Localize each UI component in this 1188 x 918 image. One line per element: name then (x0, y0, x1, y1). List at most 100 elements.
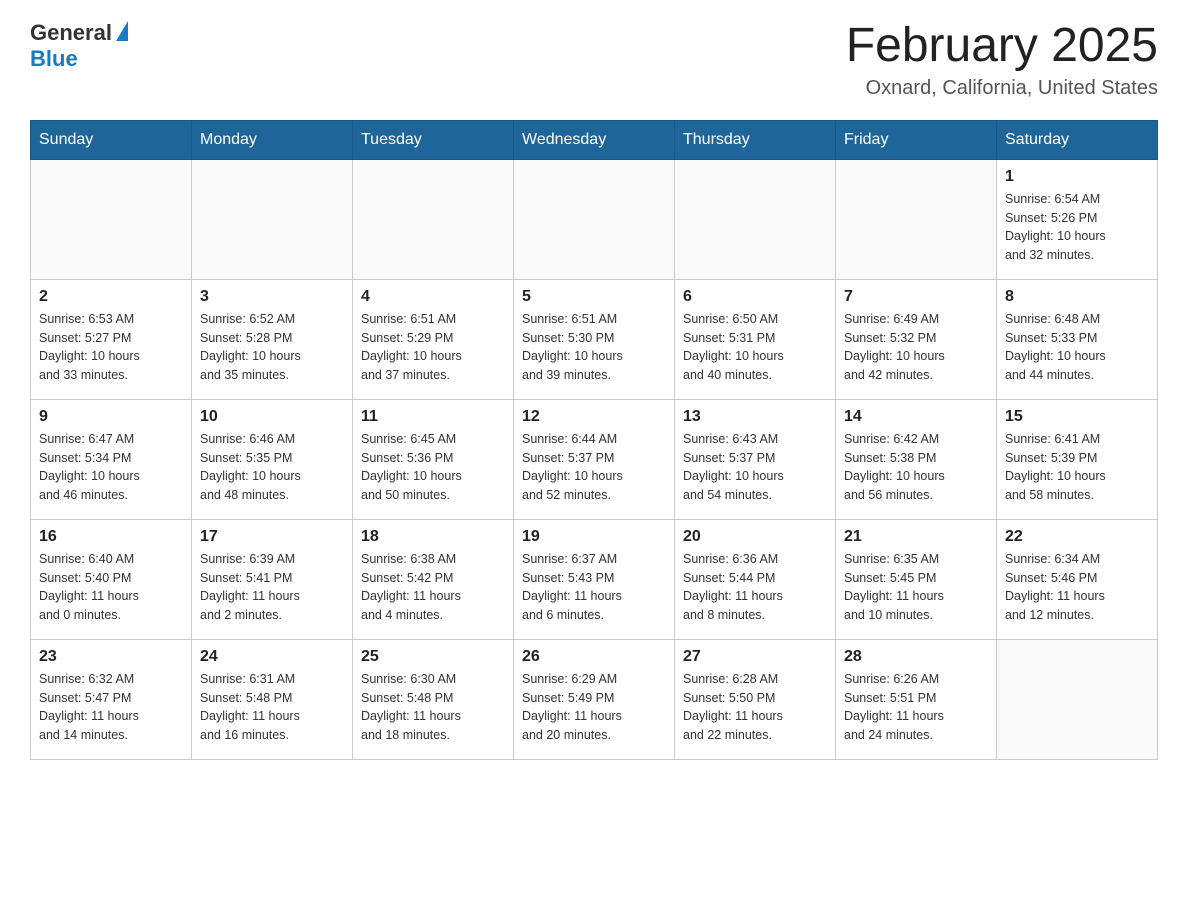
day-number: 13 (683, 408, 827, 426)
day-number: 20 (683, 528, 827, 546)
calendar-day-cell (675, 159, 836, 279)
day-info: Sunrise: 6:51 AM Sunset: 5:29 PM Dayligh… (361, 310, 505, 385)
day-number: 23 (39, 648, 183, 666)
calendar-day-cell: 4 Sunrise: 6:51 AM Sunset: 5:29 PM Daylig… (353, 279, 514, 399)
logo: General Blue (30, 20, 128, 72)
page-header: General Blue February 2025 Oxnard, Calif… (30, 20, 1158, 100)
day-number: 10 (200, 408, 344, 426)
weekday-header: Sunday (31, 120, 192, 159)
day-info: Sunrise: 6:45 AM Sunset: 5:36 PM Dayligh… (361, 430, 505, 505)
calendar-day-cell: 18Sunrise: 6:38 AM Sunset: 5:42 PM Dayli… (353, 519, 514, 639)
day-info: Sunrise: 6:48 AM Sunset: 5:33 PM Dayligh… (1005, 310, 1149, 385)
day-number: 11 (361, 408, 505, 426)
day-info: Sunrise: 6:34 AM Sunset: 5:46 PM Dayligh… (1005, 550, 1149, 625)
calendar-day-cell: 24 Sunrise: 6:31 AM Sunset: 5:48 PM Dayli… (192, 639, 353, 759)
calendar-day-cell: 6 Sunrise: 6:50 AM Sunset: 5:31 PM Daylig… (675, 279, 836, 399)
calendar-day-cell: 28 Sunrise: 6:26 AM Sunset: 5:51 PM Dayli… (836, 639, 997, 759)
day-number: 12 (522, 408, 666, 426)
day-info: Sunrise: 6:30 AM Sunset: 5:48 PM Dayligh… (361, 670, 505, 745)
day-info: Sunrise: 6:31 AM Sunset: 5:48 PM Dayligh… (200, 670, 344, 745)
calendar-week-row: 23 Sunrise: 6:32 AM Sunset: 5:47 PM Dayli… (31, 639, 1158, 759)
day-number: 25 (361, 648, 505, 666)
day-info: Sunrise: 6:50 AM Sunset: 5:31 PM Dayligh… (683, 310, 827, 385)
calendar-day-cell: 10Sunrise: 6:46 AM Sunset: 5:35 PM Dayli… (192, 399, 353, 519)
day-info: Sunrise: 6:28 AM Sunset: 5:50 PM Dayligh… (683, 670, 827, 745)
calendar-day-cell: 17Sunrise: 6:39 AM Sunset: 5:41 PM Dayli… (192, 519, 353, 639)
day-info: Sunrise: 6:54 AM Sunset: 5:26 PM Dayligh… (1005, 190, 1149, 265)
page-subtitle: Oxnard, California, United States (846, 77, 1158, 100)
calendar-week-row: 2 Sunrise: 6:53 AM Sunset: 5:27 PM Daylig… (31, 279, 1158, 399)
calendar-day-cell: 16Sunrise: 6:40 AM Sunset: 5:40 PM Dayli… (31, 519, 192, 639)
day-number: 28 (844, 648, 988, 666)
calendar-day-cell: 9 Sunrise: 6:47 AM Sunset: 5:34 PM Daylig… (31, 399, 192, 519)
day-number: 19 (522, 528, 666, 546)
calendar-day-cell: 25 Sunrise: 6:30 AM Sunset: 5:48 PM Dayli… (353, 639, 514, 759)
logo-triangle-icon (116, 21, 128, 41)
day-info: Sunrise: 6:53 AM Sunset: 5:27 PM Dayligh… (39, 310, 183, 385)
weekday-header: Thursday (675, 120, 836, 159)
calendar-day-cell (353, 159, 514, 279)
calendar-header-row: SundayMondayTuesdayWednesdayThursdayFrid… (31, 120, 1158, 159)
day-info: Sunrise: 6:32 AM Sunset: 5:47 PM Dayligh… (39, 670, 183, 745)
day-info: Sunrise: 6:44 AM Sunset: 5:37 PM Dayligh… (522, 430, 666, 505)
day-number: 7 (844, 288, 988, 306)
page-title: February 2025 (846, 20, 1158, 73)
day-info: Sunrise: 6:35 AM Sunset: 5:45 PM Dayligh… (844, 550, 988, 625)
calendar-day-cell: 15 Sunrise: 6:41 AM Sunset: 5:39 PM Dayli… (997, 399, 1158, 519)
calendar-day-cell: 20 Sunrise: 6:36 AM Sunset: 5:44 PM Dayli… (675, 519, 836, 639)
day-number: 14 (844, 408, 988, 426)
calendar-day-cell (997, 639, 1158, 759)
day-info: Sunrise: 6:37 AM Sunset: 5:43 PM Dayligh… (522, 550, 666, 625)
calendar-day-cell: 3 Sunrise: 6:52 AM Sunset: 5:28 PM Daylig… (192, 279, 353, 399)
calendar-day-cell (31, 159, 192, 279)
day-number: 24 (200, 648, 344, 666)
calendar-day-cell: 12 Sunrise: 6:44 AM Sunset: 5:37 PM Dayli… (514, 399, 675, 519)
logo-general-text: General (30, 20, 112, 46)
weekday-header: Friday (836, 120, 997, 159)
calendar-day-cell: 8Sunrise: 6:48 AM Sunset: 5:33 PM Daylig… (997, 279, 1158, 399)
day-number: 16 (39, 528, 183, 546)
day-info: Sunrise: 6:36 AM Sunset: 5:44 PM Dayligh… (683, 550, 827, 625)
calendar-day-cell: 23 Sunrise: 6:32 AM Sunset: 5:47 PM Dayli… (31, 639, 192, 759)
day-number: 15 (1005, 408, 1149, 426)
title-area: February 2025 Oxnard, California, United… (846, 20, 1158, 100)
day-info: Sunrise: 6:52 AM Sunset: 5:28 PM Dayligh… (200, 310, 344, 385)
day-number: 4 (361, 288, 505, 306)
day-info: Sunrise: 6:51 AM Sunset: 5:30 PM Dayligh… (522, 310, 666, 385)
calendar-day-cell: 21Sunrise: 6:35 AM Sunset: 5:45 PM Dayli… (836, 519, 997, 639)
calendar-day-cell: 7 Sunrise: 6:49 AM Sunset: 5:32 PM Daylig… (836, 279, 997, 399)
day-number: 5 (522, 288, 666, 306)
calendar-day-cell: 11 Sunrise: 6:45 AM Sunset: 5:36 PM Dayli… (353, 399, 514, 519)
day-number: 3 (200, 288, 344, 306)
day-number: 18 (361, 528, 505, 546)
day-info: Sunrise: 6:26 AM Sunset: 5:51 PM Dayligh… (844, 670, 988, 745)
calendar-week-row: 16Sunrise: 6:40 AM Sunset: 5:40 PM Dayli… (31, 519, 1158, 639)
calendar-day-cell: 13Sunrise: 6:43 AM Sunset: 5:37 PM Dayli… (675, 399, 836, 519)
day-number: 2 (39, 288, 183, 306)
weekday-header: Saturday (997, 120, 1158, 159)
day-number: 26 (522, 648, 666, 666)
day-number: 9 (39, 408, 183, 426)
calendar-day-cell (192, 159, 353, 279)
calendar-day-cell: 26 Sunrise: 6:29 AM Sunset: 5:49 PM Dayli… (514, 639, 675, 759)
calendar-day-cell: 5 Sunrise: 6:51 AM Sunset: 5:30 PM Daylig… (514, 279, 675, 399)
calendar-day-cell (514, 159, 675, 279)
day-info: Sunrise: 6:49 AM Sunset: 5:32 PM Dayligh… (844, 310, 988, 385)
day-info: Sunrise: 6:47 AM Sunset: 5:34 PM Dayligh… (39, 430, 183, 505)
day-number: 22 (1005, 528, 1149, 546)
day-info: Sunrise: 6:29 AM Sunset: 5:49 PM Dayligh… (522, 670, 666, 745)
day-number: 17 (200, 528, 344, 546)
calendar-day-cell: 27 Sunrise: 6:28 AM Sunset: 5:50 PM Dayli… (675, 639, 836, 759)
weekday-header: Wednesday (514, 120, 675, 159)
weekday-header: Tuesday (353, 120, 514, 159)
calendar-day-cell (836, 159, 997, 279)
day-info: Sunrise: 6:42 AM Sunset: 5:38 PM Dayligh… (844, 430, 988, 505)
weekday-header: Monday (192, 120, 353, 159)
calendar-day-cell: 19 Sunrise: 6:37 AM Sunset: 5:43 PM Dayli… (514, 519, 675, 639)
day-info: Sunrise: 6:41 AM Sunset: 5:39 PM Dayligh… (1005, 430, 1149, 505)
calendar-day-cell: 2 Sunrise: 6:53 AM Sunset: 5:27 PM Daylig… (31, 279, 192, 399)
day-number: 27 (683, 648, 827, 666)
calendar-week-row: 1 Sunrise: 6:54 AM Sunset: 5:26 PM Daylig… (31, 159, 1158, 279)
day-number: 1 (1005, 168, 1149, 186)
day-number: 6 (683, 288, 827, 306)
